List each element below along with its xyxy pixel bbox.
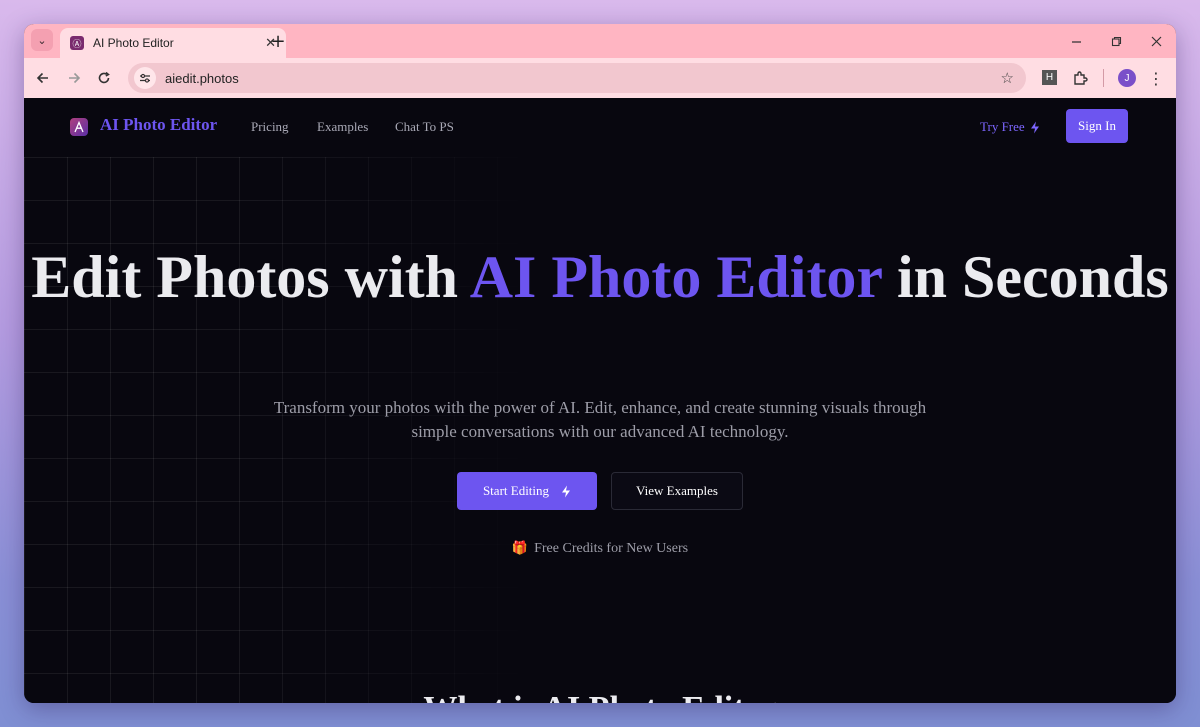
browser-toolbar: aiedit.photos ☆ H J ⋮ [24, 58, 1176, 98]
browser-tab[interactable]: Ⓐ AI Photo Editor ✕ [60, 28, 286, 58]
brand-name[interactable]: AI Photo Editor [100, 115, 217, 135]
puzzle-icon[interactable] [1070, 68, 1090, 88]
new-tab-button[interactable]: + [267, 30, 289, 52]
hero-title-part2: in Seconds [881, 244, 1169, 310]
lightning-icon [1030, 121, 1039, 133]
arrow-right-icon[interactable] [63, 67, 85, 89]
extension-h-icon[interactable]: H [1042, 70, 1057, 85]
section-heading: What is AI Photo Editor [24, 690, 1176, 703]
window-controls [1056, 24, 1176, 58]
profile-avatar[interactable]: J [1118, 69, 1136, 87]
minimize-icon[interactable] [1056, 24, 1096, 58]
chevron-down-icon[interactable]: ⌄ [31, 29, 53, 51]
close-window-icon[interactable] [1136, 24, 1176, 58]
try-free-label: Try Free [980, 119, 1025, 134]
site-info-icon[interactable] [134, 67, 156, 89]
start-editing-button[interactable]: Start Editing [457, 472, 597, 510]
restore-icon[interactable] [1096, 24, 1136, 58]
reload-icon[interactable] [93, 67, 115, 89]
nav-link-pricing[interactable]: Pricing [251, 119, 289, 135]
view-examples-button[interactable]: View Examples [611, 472, 743, 510]
logo-icon[interactable] [70, 118, 88, 136]
sign-in-button[interactable]: Sign In [1066, 109, 1128, 143]
free-credits-note: 🎁 Free Credits for New Users [24, 541, 1176, 557]
lightning-icon [562, 485, 571, 497]
web-page: AI Photo Editor Pricing Examples Chat To… [24, 98, 1176, 703]
star-icon[interactable]: ☆ [1001, 69, 1014, 87]
arrow-left-icon[interactable] [32, 67, 54, 89]
nav-link-examples[interactable]: Examples [317, 119, 368, 135]
favicon-icon: Ⓐ [70, 36, 84, 50]
start-editing-label: Start Editing [482, 483, 550, 498]
hero-subtitle: Transform your photos with the power of … [273, 398, 927, 441]
address-bar[interactable]: aiedit.photos ☆ [128, 63, 1026, 93]
browser-window: ⌄ Ⓐ AI Photo Editor ✕ + aiedit.photos ☆ … [24, 24, 1176, 703]
tab-strip: ⌄ Ⓐ AI Photo Editor ✕ + [24, 24, 1176, 58]
toolbar-divider [1103, 69, 1104, 87]
url-text[interactable]: aiedit.photos [165, 71, 1001, 86]
free-credits-label: Free Credits for New Users [534, 541, 689, 556]
hero-title-part1: Edit Photos with [31, 244, 470, 310]
nav-link-chat-to-ps[interactable]: Chat To PS [395, 119, 454, 135]
gift-icon: 🎁 [511, 541, 529, 556]
hero-title-accent: AI Photo Editor [469, 244, 882, 310]
try-free-link[interactable]: Try Free [980, 119, 1040, 135]
hero-title: Edit Photos with AI Photo Editor in Seco… [24, 246, 1176, 308]
site-navbar: AI Photo Editor Pricing Examples Chat To… [24, 98, 1176, 154]
kebab-menu-icon[interactable]: ⋮ [1148, 67, 1164, 89]
tab-title: AI Photo Editor [93, 36, 174, 50]
